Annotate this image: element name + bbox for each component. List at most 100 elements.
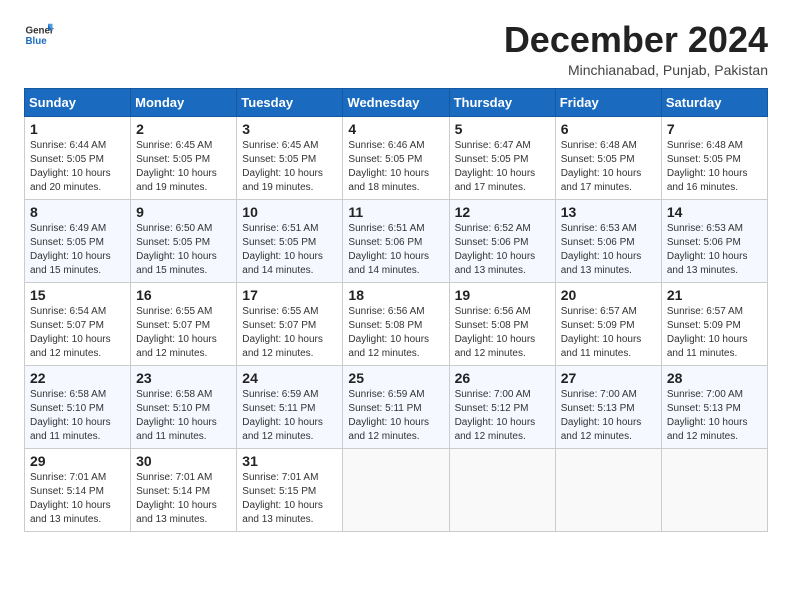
weekday-header-wednesday: Wednesday [343,88,449,116]
calendar-body: 1 Sunrise: 6:44 AM Sunset: 5:05 PM Daylig… [25,116,768,531]
day-info: Sunrise: 6:46 AM Sunset: 5:05 PM Dayligh… [348,139,443,195]
day-info: Sunrise: 6:51 AM Sunset: 5:05 PM Dayligh… [242,222,337,278]
day-number: 3 [242,121,337,137]
day-info: Sunrise: 6:58 AM Sunset: 5:10 PM Dayligh… [136,388,231,444]
weekday-header-saturday: Saturday [661,88,767,116]
day-info: Sunrise: 7:01 AM Sunset: 5:14 PM Dayligh… [136,471,231,527]
day-number: 21 [667,287,762,303]
header: General Blue December 2024 Minchianabad,… [24,20,768,78]
svg-text:Blue: Blue [26,36,48,47]
day-number: 19 [455,287,550,303]
day-info: Sunrise: 7:01 AM Sunset: 5:15 PM Dayligh… [242,471,337,527]
calendar-cell: 19 Sunrise: 6:56 AM Sunset: 5:08 PM Dayli… [449,282,555,365]
logo-icon: General Blue [24,20,54,50]
day-number: 1 [30,121,125,137]
day-number: 5 [455,121,550,137]
day-number: 9 [136,204,231,220]
day-number: 29 [30,453,125,469]
calendar-cell: 11Sunrise: 6:51 AM Sunset: 5:06 PM Dayli… [343,199,449,282]
calendar-cell: 10 Sunrise: 6:51 AM Sunset: 5:05 PM Dayli… [237,199,343,282]
calendar: SundayMondayTuesdayWednesdayThursdayFrid… [24,88,768,532]
calendar-week-row: 29 Sunrise: 7:01 AM Sunset: 5:14 PM Dayli… [25,448,768,531]
weekday-header-sunday: Sunday [25,88,131,116]
calendar-cell [449,448,555,531]
calendar-cell: 12Sunrise: 6:52 AM Sunset: 5:06 PM Dayli… [449,199,555,282]
day-number: 18 [348,287,443,303]
calendar-cell [661,448,767,531]
calendar-cell [555,448,661,531]
day-number: 4 [348,121,443,137]
day-info: Sunrise: 6:48 AM Sunset: 5:05 PM Dayligh… [667,139,762,195]
day-info: Sunrise: 6:55 AM Sunset: 5:07 PM Dayligh… [136,305,231,361]
calendar-cell [343,448,449,531]
day-info: Sunrise: 6:54 AM Sunset: 5:07 PM Dayligh… [30,305,125,361]
calendar-cell: 3 Sunrise: 6:45 AM Sunset: 5:05 PM Daylig… [237,116,343,199]
calendar-cell: 31Sunrise: 7:01 AM Sunset: 5:15 PM Dayli… [237,448,343,531]
calendar-cell: 27Sunrise: 7:00 AM Sunset: 5:13 PM Dayli… [555,365,661,448]
day-number: 30 [136,453,231,469]
day-info: Sunrise: 6:59 AM Sunset: 5:11 PM Dayligh… [242,388,337,444]
weekday-header-friday: Friday [555,88,661,116]
calendar-week-row: 22 Sunrise: 6:58 AM Sunset: 5:10 PM Dayli… [25,365,768,448]
calendar-cell: 8 Sunrise: 6:49 AM Sunset: 5:05 PM Daylig… [25,199,131,282]
title-block: December 2024 Minchianabad, Punjab, Paki… [504,20,768,78]
day-number: 8 [30,204,125,220]
day-info: Sunrise: 6:56 AM Sunset: 5:08 PM Dayligh… [455,305,550,361]
day-info: Sunrise: 6:52 AM Sunset: 5:06 PM Dayligh… [455,222,550,278]
calendar-cell: 14 Sunrise: 6:53 AM Sunset: 5:06 PM Dayli… [661,199,767,282]
weekday-header-monday: Monday [131,88,237,116]
logo: General Blue [24,20,54,50]
calendar-cell: 2 Sunrise: 6:45 AM Sunset: 5:05 PM Daylig… [131,116,237,199]
weekday-header-thursday: Thursday [449,88,555,116]
day-number: 16 [136,287,231,303]
weekday-header-row: SundayMondayTuesdayWednesdayThursdayFrid… [25,88,768,116]
calendar-cell: 30 Sunrise: 7:01 AM Sunset: 5:14 PM Dayli… [131,448,237,531]
day-info: Sunrise: 7:00 AM Sunset: 5:13 PM Dayligh… [561,388,656,444]
day-info: Sunrise: 6:56 AM Sunset: 5:08 PM Dayligh… [348,305,443,361]
calendar-cell: 28Sunrise: 7:00 AM Sunset: 5:13 PM Dayli… [661,365,767,448]
calendar-cell: 24 Sunrise: 6:59 AM Sunset: 5:11 PM Dayli… [237,365,343,448]
calendar-week-row: 15 Sunrise: 6:54 AM Sunset: 5:07 PM Dayli… [25,282,768,365]
calendar-week-row: 1 Sunrise: 6:44 AM Sunset: 5:05 PM Daylig… [25,116,768,199]
calendar-cell: 16 Sunrise: 6:55 AM Sunset: 5:07 PM Dayli… [131,282,237,365]
calendar-cell: 26Sunrise: 7:00 AM Sunset: 5:12 PM Dayli… [449,365,555,448]
day-info: Sunrise: 6:55 AM Sunset: 5:07 PM Dayligh… [242,305,337,361]
day-number: 24 [242,370,337,386]
day-info: Sunrise: 6:45 AM Sunset: 5:05 PM Dayligh… [136,139,231,195]
day-number: 2 [136,121,231,137]
day-info: Sunrise: 6:49 AM Sunset: 5:05 PM Dayligh… [30,222,125,278]
day-number: 26 [455,370,550,386]
day-number: 25 [348,370,443,386]
day-info: Sunrise: 6:45 AM Sunset: 5:05 PM Dayligh… [242,139,337,195]
day-number: 22 [30,370,125,386]
calendar-cell: 29Sunrise: 7:01 AM Sunset: 5:14 PM Dayli… [25,448,131,531]
day-info: Sunrise: 6:47 AM Sunset: 5:05 PM Dayligh… [455,139,550,195]
subtitle: Minchianabad, Punjab, Pakistan [504,62,768,78]
day-info: Sunrise: 6:53 AM Sunset: 5:06 PM Dayligh… [561,222,656,278]
calendar-cell: 7Sunrise: 6:48 AM Sunset: 5:05 PM Daylig… [661,116,767,199]
day-info: Sunrise: 6:57 AM Sunset: 5:09 PM Dayligh… [667,305,762,361]
day-info: Sunrise: 6:44 AM Sunset: 5:05 PM Dayligh… [30,139,125,195]
day-number: 28 [667,370,762,386]
day-info: Sunrise: 6:59 AM Sunset: 5:11 PM Dayligh… [348,388,443,444]
day-number: 10 [242,204,337,220]
calendar-cell: 9Sunrise: 6:50 AM Sunset: 5:05 PM Daylig… [131,199,237,282]
calendar-cell: 17 Sunrise: 6:55 AM Sunset: 5:07 PM Dayli… [237,282,343,365]
calendar-cell: 21 Sunrise: 6:57 AM Sunset: 5:09 PM Dayli… [661,282,767,365]
day-info: Sunrise: 6:58 AM Sunset: 5:10 PM Dayligh… [30,388,125,444]
month-title: December 2024 [504,20,768,60]
day-info: Sunrise: 6:57 AM Sunset: 5:09 PM Dayligh… [561,305,656,361]
calendar-cell: 15 Sunrise: 6:54 AM Sunset: 5:07 PM Dayli… [25,282,131,365]
day-info: Sunrise: 6:48 AM Sunset: 5:05 PM Dayligh… [561,139,656,195]
calendar-cell: 22 Sunrise: 6:58 AM Sunset: 5:10 PM Dayli… [25,365,131,448]
day-info: Sunrise: 6:53 AM Sunset: 5:06 PM Dayligh… [667,222,762,278]
day-number: 17 [242,287,337,303]
day-number: 14 [667,204,762,220]
day-number: 23 [136,370,231,386]
calendar-cell: 18 Sunrise: 6:56 AM Sunset: 5:08 PM Dayli… [343,282,449,365]
day-number: 15 [30,287,125,303]
day-number: 11 [348,204,443,220]
calendar-cell: 13Sunrise: 6:53 AM Sunset: 5:06 PM Dayli… [555,199,661,282]
weekday-header-tuesday: Tuesday [237,88,343,116]
calendar-cell: 25 Sunrise: 6:59 AM Sunset: 5:11 PM Dayli… [343,365,449,448]
